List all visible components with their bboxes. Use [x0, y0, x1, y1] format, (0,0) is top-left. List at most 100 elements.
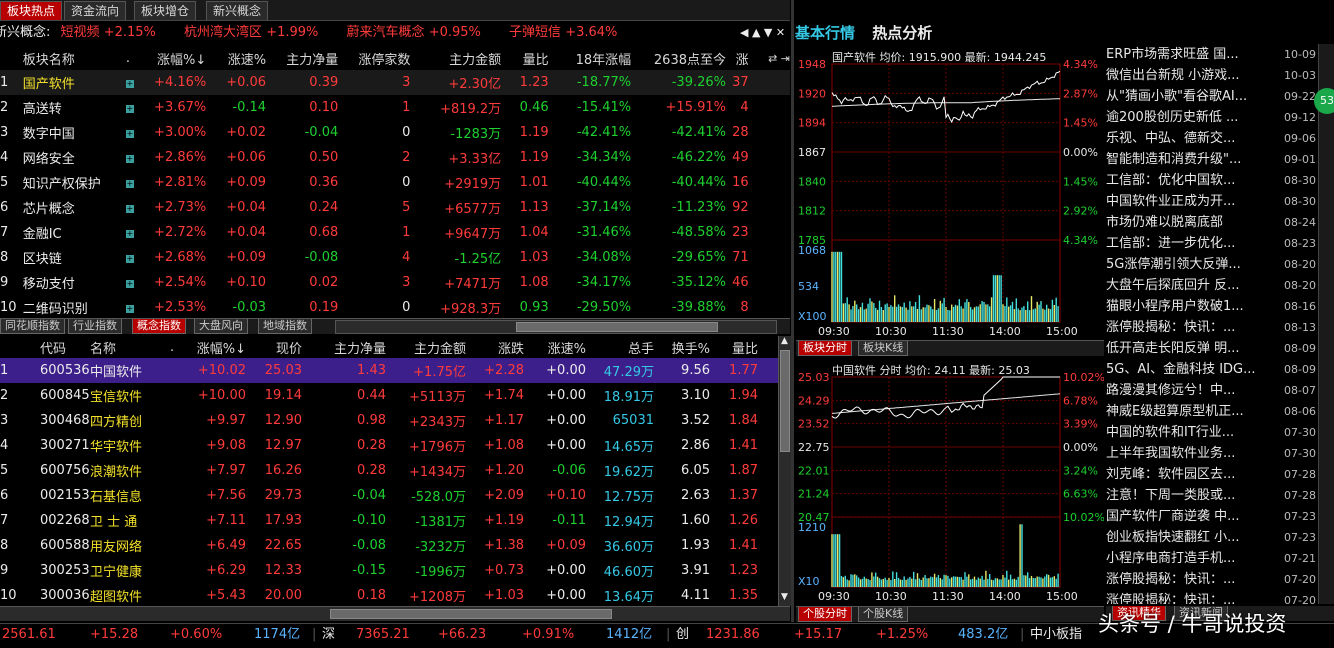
news-title[interactable]: 大盘午后探底回升 反...: [1106, 275, 1274, 296]
stock-code[interactable]: 300036: [40, 583, 90, 605]
news-item[interactable]: 涨停股揭秘：快讯：... 07-20: [1106, 590, 1316, 604]
col-header[interactable]: 主力净量: [302, 336, 386, 358]
tab-sector-kline[interactable]: 板块K线: [858, 341, 909, 356]
col-header[interactable]: 板块名称: [23, 46, 126, 70]
news-title[interactable]: 路漫漫其修远兮！中...: [1106, 380, 1274, 401]
sector-name[interactable]: 数字中国: [23, 120, 126, 145]
col-header[interactable]: 涨: [726, 46, 749, 70]
col-header[interactable]: 涨速%: [524, 336, 586, 358]
stock-code[interactable]: 600756: [40, 458, 90, 483]
news-item[interactable]: 中国的软件和IT行业... 07-30: [1106, 422, 1316, 443]
table-row[interactable]: 2 600845 宝信软件 +10.00 19.14 0.44 +5113万 +1.74 +0.…: [0, 383, 778, 408]
news-title[interactable]: 涨停股揭秘：快讯：...: [1106, 317, 1274, 338]
scroll-up-icon[interactable]: ▲: [781, 336, 788, 346]
news-item[interactable]: 乐视、中弘、德新交... 09-06: [1106, 128, 1316, 149]
tab-fund-flow[interactable]: 资金流向: [64, 1, 127, 20]
sector-name[interactable]: 知识产权保护: [23, 170, 126, 195]
news-title[interactable]: 微信出台新规 小游戏...: [1106, 65, 1274, 86]
news-title[interactable]: 5G涨停潮引领大反弹...: [1106, 254, 1274, 275]
news-title[interactable]: 乐视、中弘、德新交...: [1106, 128, 1274, 149]
news-item[interactable]: 大盘午后探底回升 反... 08-20: [1106, 275, 1316, 296]
news-title[interactable]: 上半年我国软件业务...: [1106, 443, 1274, 464]
news-item[interactable]: 智能制造和消费升级"... 09-01: [1106, 149, 1316, 170]
stock-name[interactable]: 卫宁健康: [90, 558, 170, 583]
table-row[interactable]: 9 300253 卫宁健康 +6.29 12.33 -0.15 -1996万 +0.73 +0.…: [0, 558, 778, 583]
plus-icon[interactable]: +: [125, 145, 143, 170]
cy-label[interactable]: 创: [676, 624, 689, 646]
plus-icon[interactable]: +: [125, 120, 143, 145]
news-item[interactable]: 低开高走长阳反弹 明... 08-09: [1106, 338, 1316, 359]
hot-nav-icons[interactable]: ◀ ▲ ▼ ✕: [740, 21, 785, 44]
col-header[interactable]: 名称: [90, 336, 170, 358]
tab-sector-hot[interactable]: 板块热点: [0, 1, 63, 20]
news-item[interactable]: 逾200股创历史新低 ... 09-12: [1106, 107, 1316, 128]
news-title[interactable]: 刘克峰：软件园区去...: [1106, 464, 1274, 485]
news-item[interactable]: 市场仍难以脱离底部 08-24: [1106, 212, 1316, 233]
col-header[interactable]: 涨跌: [466, 336, 524, 358]
news-item[interactable]: ERP市场需求旺盛 国... 10-09: [1106, 44, 1316, 65]
plus-icon[interactable]: +: [125, 70, 143, 95]
table-row[interactable]: 3 数字中国 + +3.00% +0.02 -0.04 0 -1283万 1.1…: [0, 120, 790, 145]
table-row[interactable]: 10 300036 超图软件 +5.43 20.00 0.18 +1208万 +1.03 +0.…: [0, 583, 778, 605]
scroll-thumb[interactable]: [780, 350, 790, 452]
table-row[interactable]: 6 002153 石基信息 +7.56 29.73 -0.04 -528.0万 +2.09 +0…: [0, 483, 778, 508]
news-title[interactable]: 工信部：优化中国软...: [1106, 170, 1274, 191]
sector-name[interactable]: 芯片概念: [23, 195, 126, 220]
news-item[interactable]: 微信出台新规 小游戏... 10-03: [1106, 65, 1316, 86]
col-header[interactable]: 现价: [246, 336, 302, 358]
scroll-thumb[interactable]: [516, 322, 718, 332]
sector-name[interactable]: 金融IC: [23, 220, 126, 245]
stock-name[interactable]: 四方精创: [90, 408, 170, 433]
stock-name[interactable]: 中国软件: [90, 358, 170, 383]
tab-region-index[interactable]: 地域指数: [258, 319, 312, 334]
col-header[interactable]: 换手%: [654, 336, 710, 358]
news-item[interactable]: 工信部：优化中国软... 08-30: [1106, 170, 1316, 191]
news-item[interactable]: 刘克峰：软件园区去... 07-28: [1106, 464, 1316, 485]
panel-divider[interactable]: [791, 0, 794, 622]
col-header[interactable]: 主力净量: [266, 46, 338, 70]
hot-concept-name[interactable]: 杭州湾大湾区: [184, 25, 262, 40]
sector-name[interactable]: 国产软件: [22, 70, 126, 95]
tab-market-wind[interactable]: 大盘风向: [194, 319, 248, 334]
stock-name[interactable]: 用友网络: [90, 533, 170, 558]
col-header[interactable]: 主力金额: [410, 46, 501, 70]
news-title[interactable]: 低开高走长阳反弹 明...: [1106, 338, 1274, 359]
col-header[interactable]: 18年涨幅: [549, 46, 632, 70]
sector-name[interactable]: 高送转: [23, 95, 126, 120]
horizontal-scrollbar[interactable]: [335, 320, 777, 334]
table-row[interactable]: 2 高送转 + +3.67% -0.14 0.10 1 +819.2万 0.46…: [0, 95, 790, 120]
news-item[interactable]: 从"猜画小歌"看谷歌AI... 09-22: [1106, 86, 1316, 107]
stock-code[interactable]: 600845: [40, 383, 90, 408]
stock-name[interactable]: 石基信息: [90, 483, 170, 508]
tab-basic-quote[interactable]: 基本行情: [795, 24, 855, 42]
stock-code[interactable]: 600588: [40, 533, 90, 558]
table-row[interactable]: 7 002268 卫 士 通 +7.11 17.93 -0.10 -1381万 +1.19 -0…: [0, 508, 778, 533]
col-header[interactable]: 涨停家数: [338, 46, 410, 70]
tab-stock-intraday[interactable]: 个股分时: [798, 607, 852, 622]
news-item[interactable]: 国产软件厂商逆袭 中... 07-23: [1106, 506, 1316, 527]
news-title[interactable]: 逾200股创历史新低 ...: [1106, 107, 1274, 128]
plus-icon[interactable]: +: [125, 95, 143, 120]
sector-name[interactable]: 二维码识别: [23, 295, 126, 316]
table-row[interactable]: 3 300468 四方精创 +9.97 12.90 0.98 +2343万 +1.17 +0.0…: [0, 408, 778, 433]
table-row[interactable]: 7 金融IC + +2.72% +0.04 0.68 1 +9647万 1.04…: [0, 220, 790, 245]
tab-hot-analysis[interactable]: 热点分析: [872, 24, 932, 42]
news-title[interactable]: 中国软件业正成为开...: [1106, 191, 1274, 212]
scroll-down-icon[interactable]: ▼: [781, 592, 788, 602]
news-item[interactable]: 涨停股揭秘：快讯：... 07-20: [1106, 569, 1316, 590]
table-row[interactable]: 10 二维码识别 + +2.53% -0.03 0.19 0 +928.3万 0…: [0, 295, 790, 316]
news-item[interactable]: 注意！下周一类股或... 07-28: [1106, 485, 1316, 506]
plus-icon[interactable]: +: [125, 170, 143, 195]
col-header[interactable]: 总手: [586, 336, 654, 358]
news-item[interactable]: 中国软件业正成为开... 08-30: [1106, 191, 1316, 212]
news-title[interactable]: 神威E级超算原型机正...: [1106, 401, 1274, 422]
zx-label[interactable]: 中小板指: [1030, 624, 1082, 646]
hot-concept-name[interactable]: 蔚来汽车概念: [347, 25, 425, 40]
table-row[interactable]: 9 移动支付 + +2.54% +0.10 0.02 3 +7471万 1.08…: [0, 270, 790, 295]
sector-intraday-chart[interactable]: 国产软件 均价: 1915.900 最新: 1944.245 1948 4.34% 1…: [796, 44, 1104, 340]
notification-badge[interactable]: 53: [1314, 88, 1334, 114]
table-row[interactable]: 4 网络安全 + +2.86% +0.06 0.50 2 +3.33亿 1.19…: [0, 145, 790, 170]
stock-intraday-chart[interactable]: 中国软件 分时 均价: 24.11 最新: 25.0325.03 10.02% 24…: [796, 357, 1104, 605]
news-title[interactable]: 市场仍难以脱离底部: [1106, 212, 1274, 233]
tab-sector-intraday[interactable]: 板块分时: [798, 341, 852, 356]
